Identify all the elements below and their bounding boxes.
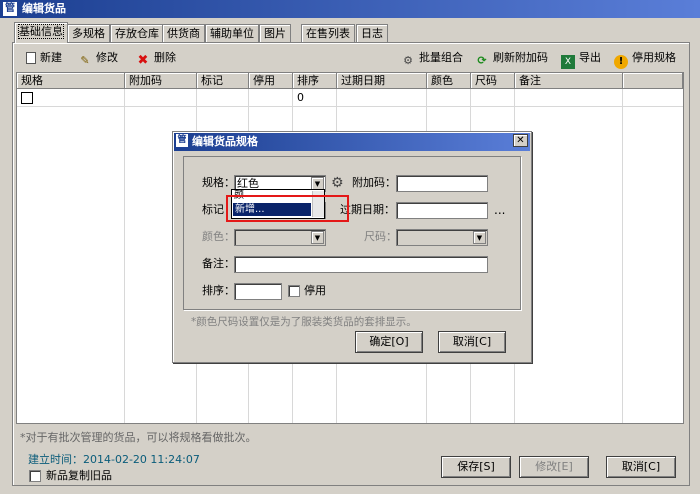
column-header-color[interactable]: 颜色	[427, 73, 471, 89]
new-button[interactable]: 新建	[26, 50, 62, 66]
expiry-picker-button[interactable]: ...	[494, 202, 505, 218]
mark-label: 标记	[202, 203, 224, 216]
dialog-field-group: 规格： 红色 ▼ ⚙ 附加码： 标记 ▼ 过期日期： ... 颜色： ▼ 尺码：…	[183, 156, 521, 310]
tab-aux-unit[interactable]: 辅助单位	[205, 24, 259, 42]
grid-line	[622, 89, 623, 423]
refresh-icon: ⟳	[477, 54, 487, 67]
edit-spec-dialog: 编辑货品规格 管 ✕ 规格： 红色 ▼ ⚙ 附加码： 标记 ▼ 过期日期： ..…	[172, 131, 532, 363]
window-title-bar: 编辑货品	[0, 0, 700, 18]
dialog-hint: *颜色尺码设置仅是为了服装类货品的套排显示。	[191, 316, 417, 328]
dialog-title-bar: 编辑货品规格	[174, 133, 530, 151]
excel-icon: X	[561, 55, 575, 69]
copy-old-label: 新品复制旧品	[46, 469, 112, 482]
warning-icon: !	[614, 55, 628, 69]
ok-button[interactable]: 确定[O]	[355, 331, 423, 353]
column-header-spec[interactable]: 规格	[17, 73, 125, 89]
created-time: 建立时间：2014-02-20 11:24:07	[28, 453, 200, 466]
tab-images[interactable]: 图片	[259, 24, 291, 42]
new-document-icon	[26, 52, 36, 64]
disabled-checkbox[interactable]	[288, 285, 300, 297]
gear-icon[interactable]: ⚙	[331, 175, 347, 191]
barcode-label: 附加码：	[352, 176, 396, 189]
batch-hint: *对于有批次管理的货品，可以将规格看做批次。	[20, 431, 257, 444]
tab-multi-spec[interactable]: 多规格	[67, 24, 110, 42]
annotation-highlight-box	[226, 195, 349, 222]
tab-on-sale-list[interactable]: 在售列表	[301, 24, 355, 42]
column-header-sort[interactable]: 排序	[293, 73, 337, 89]
dialog-cancel-button[interactable]: 取消[C]	[438, 331, 506, 353]
column-header-expiry[interactable]: 过期日期	[337, 73, 427, 89]
dialog-title: 编辑货品规格	[192, 135, 258, 148]
color-select[interactable]: ▼	[234, 229, 326, 246]
edit-button[interactable]: ✎ 修改	[78, 50, 118, 67]
app-icon: 管	[3, 2, 17, 16]
column-header-note[interactable]: 备注	[515, 73, 623, 89]
table-row-sort-cell: 0	[297, 91, 304, 104]
dialog-close-button[interactable]: ✕	[513, 134, 528, 147]
barcode-input[interactable]	[396, 175, 488, 192]
dialog-app-icon: 管	[176, 134, 188, 147]
column-header-size[interactable]: 尺码	[471, 73, 515, 89]
chevron-down-icon[interactable]: ▼	[473, 231, 486, 244]
column-header-filler	[623, 73, 683, 89]
size-select[interactable]: ▼	[396, 229, 488, 246]
column-header-disabled[interactable]: 停用	[249, 73, 293, 89]
tab-supplier[interactable]: 供货商	[162, 24, 205, 42]
disable-spec-button[interactable]: ! 停用规格	[614, 50, 676, 69]
color-label: 颜色：	[202, 230, 235, 243]
grid-line	[124, 89, 125, 423]
delete-x-icon: ✖	[137, 53, 149, 68]
tab-warehouse[interactable]: 存放仓库	[110, 24, 164, 42]
note-input[interactable]	[234, 256, 488, 273]
column-header-barcode[interactable]: 附加码	[125, 73, 197, 89]
pencil-icon: ✎	[80, 54, 90, 67]
expiry-input[interactable]	[396, 202, 488, 219]
tab-log[interactable]: 日志	[356, 24, 388, 42]
export-button[interactable]: X 导出	[561, 50, 601, 69]
delete-button[interactable]: ✖ 删除	[136, 50, 176, 68]
chevron-down-icon[interactable]: ▼	[311, 231, 324, 244]
batch-combine-button[interactable]: ⚙ 批量组合	[401, 50, 463, 67]
close-icon: ✕	[516, 135, 525, 146]
size-label: 尺码：	[364, 230, 397, 243]
column-header-mark[interactable]: 标记	[197, 73, 249, 89]
sort-label: 排序：	[202, 284, 235, 297]
edit-footer-button[interactable]: 修改[E]	[519, 456, 589, 478]
row-select-checkbox[interactable]	[21, 92, 33, 104]
note-label: 备注：	[202, 257, 235, 270]
cancel-footer-button[interactable]: 取消[C]	[606, 456, 676, 478]
gear-icon: ⚙	[403, 54, 413, 67]
grid-line	[17, 106, 683, 107]
tab-basic-info[interactable]: 基础信息	[14, 22, 68, 43]
window-title: 编辑货品	[22, 2, 66, 15]
copy-old-checkbox[interactable]	[29, 470, 41, 482]
sort-input[interactable]	[234, 283, 282, 300]
disabled-label: 停用	[304, 284, 326, 297]
refresh-barcode-button[interactable]: ⟳ 刷新附加码	[475, 50, 548, 67]
save-button[interactable]: 保存[S]	[441, 456, 511, 478]
